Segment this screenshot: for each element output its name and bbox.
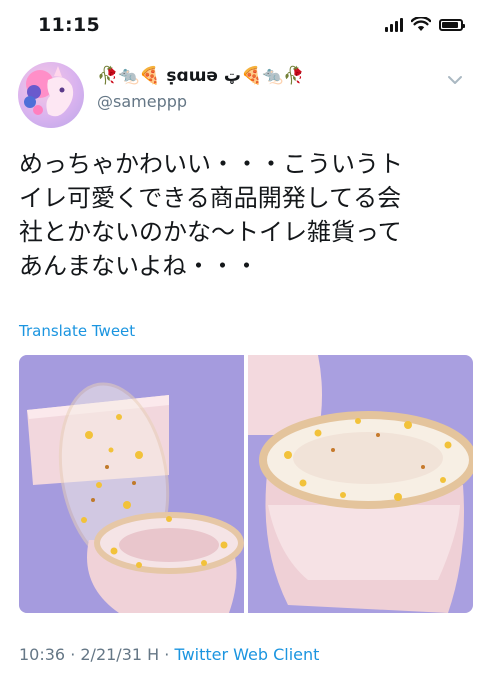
tweet-timestamp[interactable]: 10:36 · 2/21/31 H	[19, 645, 159, 664]
photo-toilet-open-lid[interactable]	[19, 355, 244, 613]
status-icons	[385, 17, 465, 32]
avatar[interactable]	[18, 62, 84, 128]
status-time: 11:15	[38, 14, 100, 36]
tweet-header: 🥀🐀🍕 ṣɑɯə ټ🍕🐀🥀 @sameppp	[0, 52, 485, 137]
wifi-icon	[411, 17, 431, 31]
tweet-meta: 10:36 · 2/21/31 H · Twitter Web Client	[19, 645, 319, 664]
chevron-down-icon[interactable]	[443, 68, 467, 92]
tweet-client-link[interactable]: Twitter Web Client	[174, 645, 319, 664]
media-grid	[19, 355, 473, 613]
photo-toilet-closed-seat[interactable]	[248, 355, 473, 613]
translate-tweet-link[interactable]: Translate Tweet	[19, 322, 135, 340]
user-handle[interactable]: @sameppp	[97, 92, 187, 111]
display-name[interactable]: 🥀🐀🍕 ṣɑɯə ټ🍕🐀🥀	[97, 66, 304, 86]
battery-icon	[439, 18, 465, 31]
tweet-text: めっちゃかわいい・・・こういうト イレ可愛くできる商品開発してる会 社とかないの…	[19, 150, 403, 280]
meta-separator: ·	[159, 645, 175, 664]
cellular-signal-icon	[385, 17, 403, 32]
status-bar: 11:15	[0, 0, 485, 52]
